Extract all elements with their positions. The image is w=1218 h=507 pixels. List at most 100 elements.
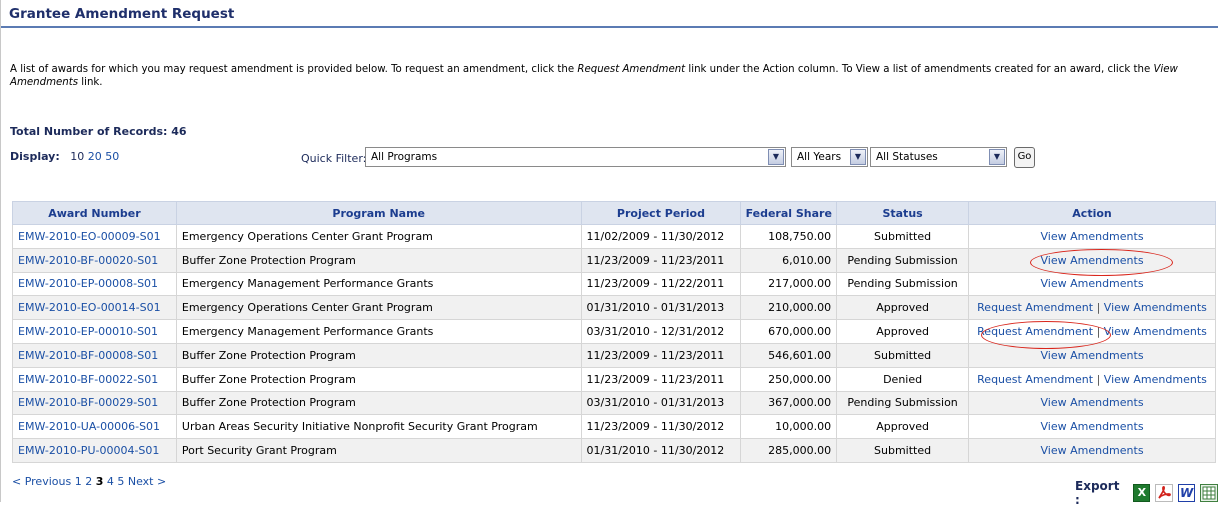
excel-icon[interactable]: X <box>1133 484 1151 502</box>
view-amendments-link[interactable]: View Amendments <box>1040 349 1143 362</box>
col-header-federal-share[interactable]: Federal Share <box>740 201 838 225</box>
display-option-20[interactable]: 20 <box>88 150 102 163</box>
view-amendments-link[interactable]: View Amendments <box>1104 325 1207 338</box>
action-cell: View Amendments <box>968 342 1216 368</box>
request-amendment-link[interactable]: Request Amendment <box>977 325 1093 338</box>
program-filter-value: All Programs <box>371 151 438 163</box>
award-number-link[interactable]: EMW-2010-BF-00008-S01 <box>18 349 158 362</box>
display-size-selector: Display: 10 20 50 <box>10 150 119 163</box>
quick-filter-label: Quick Filter: <box>301 152 367 165</box>
program-name-cell: Buffer Zone Protection Program <box>175 366 582 392</box>
table-row: EMW-2010-EP-00008-S01 Emergency Managemen… <box>12 271 1216 297</box>
status-cell: Submitted <box>836 438 970 463</box>
action-cell: Request Amendment | View Amendments <box>968 319 1216 344</box>
view-amendments-link[interactable]: View Amendments <box>1040 396 1143 409</box>
status-cell: Approved <box>836 295 970 321</box>
federal-share-cell: 10,000.00 <box>740 414 838 440</box>
action-cell: Request Amendment | View Amendments <box>968 366 1216 392</box>
status-filter-select[interactable]: All Statuses ▼ <box>870 147 1007 167</box>
status-cell: Pending Submission <box>836 271 970 297</box>
project-period-cell: 11/02/2009 - 11/30/2012 <box>580 224 742 249</box>
chevron-down-icon: ▼ <box>768 149 784 165</box>
page-link-5[interactable]: 5 <box>117 475 124 488</box>
intro-part3: link. <box>78 77 103 88</box>
award-number-link[interactable]: EMW-2010-BF-00029-S01 <box>18 396 158 409</box>
view-amendments-link[interactable]: View Amendments <box>1104 373 1207 386</box>
view-amendments-link[interactable]: View Amendments <box>1040 277 1143 290</box>
page-link-4[interactable]: 4 <box>107 475 114 488</box>
award-number-link[interactable]: EMW-2010-EP-00008-S01 <box>18 277 158 290</box>
next-page-link[interactable]: Next > <box>128 475 166 488</box>
view-amendments-link[interactable]: View Amendments <box>1040 444 1143 457</box>
federal-share-cell: 367,000.00 <box>740 390 838 416</box>
federal-share-cell: 546,601.00 <box>740 342 838 368</box>
display-option-50[interactable]: 50 <box>105 150 119 163</box>
project-period-cell: 11/23/2009 - 11/23/2011 <box>580 366 742 392</box>
col-header-award-number[interactable]: Award Number <box>12 201 177 225</box>
go-button[interactable]: Go <box>1014 147 1035 168</box>
previous-page-link[interactable]: < Previous <box>12 475 71 488</box>
project-period-cell: 03/31/2010 - 12/31/2012 <box>580 319 742 344</box>
project-period-cell: 03/31/2010 - 01/31/2013 <box>580 390 742 416</box>
view-amendments-link[interactable]: View Amendments <box>1040 254 1143 267</box>
project-period-cell: 01/31/2010 - 11/30/2012 <box>580 438 742 463</box>
action-cell: View Amendments <box>968 224 1216 249</box>
award-number-link[interactable]: EMW-2010-UA-00006-S01 <box>18 420 160 433</box>
col-header-status[interactable]: Status <box>836 201 970 225</box>
project-period-cell: 01/31/2010 - 01/31/2013 <box>580 295 742 321</box>
award-number-link[interactable]: EMW-2010-BF-00020-S01 <box>18 254 158 267</box>
status-cell: Submitted <box>836 224 970 249</box>
chevron-down-icon: ▼ <box>850 149 866 165</box>
table-row: EMW-2010-EO-00014-S01 Emergency Operation… <box>12 295 1216 321</box>
federal-share-cell: 670,000.00 <box>740 319 838 344</box>
project-period-cell: 11/23/2009 - 11/30/2012 <box>580 414 742 440</box>
pdf-icon[interactable] <box>1155 484 1174 502</box>
table-row: EMW-2010-BF-00022-S01 Buffer Zone Protect… <box>12 366 1216 392</box>
status-cell: Pending Submission <box>836 390 970 416</box>
view-amendments-link[interactable]: View Amendments <box>1040 420 1143 433</box>
request-amendment-link[interactable]: Request Amendment <box>977 373 1093 386</box>
view-amendments-link[interactable]: View Amendments <box>1040 230 1143 243</box>
pagination: < Previous 1 2 3 4 5 Next > <box>12 475 166 488</box>
page-link-2[interactable]: 2 <box>85 475 92 488</box>
intro-part1: A list of awards for which you may reque… <box>10 64 578 75</box>
year-filter-select[interactable]: All Years ▼ <box>791 147 868 167</box>
award-number-link[interactable]: EMW-2010-EO-00014-S01 <box>18 301 161 314</box>
federal-share-cell: 108,750.00 <box>740 224 838 249</box>
status-cell: Approved <box>836 319 970 344</box>
col-header-program-name[interactable]: Program Name <box>175 201 582 225</box>
program-name-cell: Emergency Operations Center Grant Progra… <box>175 295 582 321</box>
action-cell: Request Amendment | View Amendments <box>968 295 1216 321</box>
award-number-link[interactable]: EMW-2010-EP-00010-S01 <box>18 325 158 338</box>
award-number-link[interactable]: EMW-2010-BF-00022-S01 <box>18 373 158 386</box>
status-cell: Denied <box>836 366 970 392</box>
action-separator: | <box>1096 301 1101 315</box>
chevron-down-icon: ▼ <box>989 149 1005 165</box>
table-row: EMW-2010-BF-00029-S01 Buffer Zone Protect… <box>12 390 1216 416</box>
word-icon[interactable]: W <box>1178 484 1195 502</box>
program-name-cell: Port Security Grant Program <box>175 438 582 463</box>
federal-share-cell: 285,000.00 <box>740 438 838 463</box>
award-number-link[interactable]: EMW-2010-PU-00004-S01 <box>18 444 159 457</box>
year-filter-value: All Years <box>797 151 842 163</box>
request-amendment-link[interactable]: Request Amendment <box>977 301 1093 314</box>
project-period-cell: 11/23/2009 - 11/22/2011 <box>580 271 742 297</box>
program-filter-select[interactable]: All Programs ▼ <box>365 147 786 167</box>
col-header-project-period[interactable]: Project Period <box>580 201 742 225</box>
federal-share-cell: 210,000.00 <box>740 295 838 321</box>
grantee-amendment-page: Grantee Amendment Request A list of awar… <box>0 0 1218 507</box>
page-title: Grantee Amendment Request <box>1 0 1218 28</box>
table-row: EMW-2010-EO-00009-S01 Emergency Operation… <box>12 224 1216 249</box>
intro-part2: link under the Action column. To View a … <box>685 64 1154 75</box>
csv-icon[interactable] <box>1200 484 1218 502</box>
award-number-link[interactable]: EMW-2010-EO-00009-S01 <box>18 230 161 243</box>
page-link-1[interactable]: 1 <box>75 475 82 488</box>
program-name-cell: Urban Areas Security Initiative Nonprofi… <box>175 414 582 440</box>
table-row: EMW-2010-EP-00010-S01 Emergency Managemen… <box>12 319 1216 344</box>
program-name-cell: Buffer Zone Protection Program <box>175 247 582 273</box>
table-row: EMW-2010-BF-00020-S01 Buffer Zone Protect… <box>12 247 1216 273</box>
page-current-3: 3 <box>95 475 104 488</box>
export-bar: Export : X W <box>1075 479 1218 507</box>
view-amendments-link[interactable]: View Amendments <box>1104 301 1207 314</box>
table-row: EMW-2010-PU-00004-S01 Port Security Grant… <box>12 438 1216 463</box>
